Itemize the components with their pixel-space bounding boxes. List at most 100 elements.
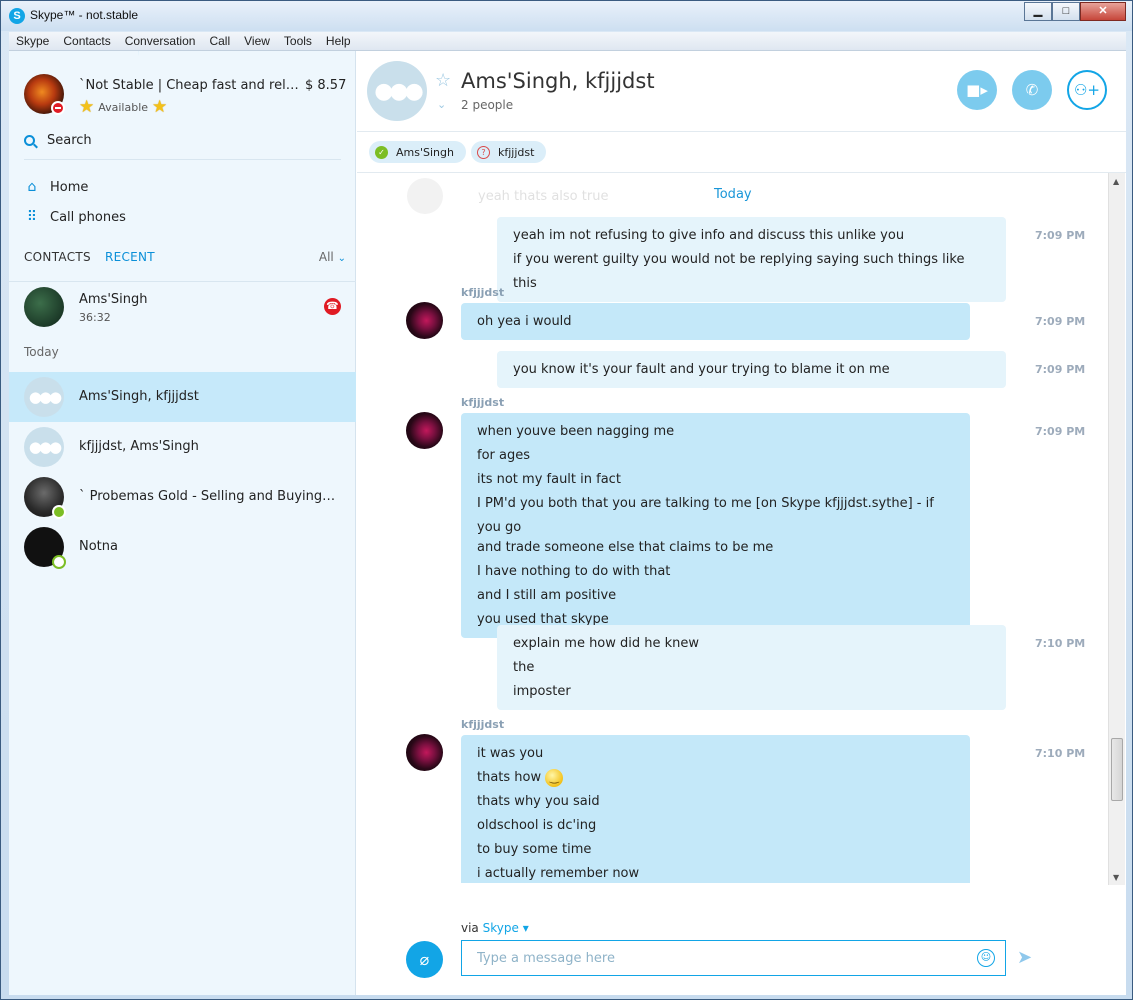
- emoji-icon[interactable]: ☺: [977, 949, 995, 967]
- sender-name: kfjjjdst: [461, 718, 505, 731]
- filter-dropdown[interactable]: All ⌄: [319, 250, 346, 264]
- group-avatar: ●●●: [24, 377, 64, 417]
- participant-count[interactable]: 2 people: [461, 98, 513, 112]
- menu-skype[interactable]: Skype: [9, 34, 56, 48]
- outgoing-message[interactable]: yeah im not refusing to give info and di…: [497, 217, 1006, 302]
- star-icon: ★: [152, 97, 168, 117]
- menu-help[interactable]: Help: [319, 34, 358, 48]
- message-line: oldschool is dc'ing: [477, 818, 597, 833]
- scroll-up-arrow-icon[interactable]: ▲: [1113, 177, 1119, 186]
- scroll-thumb[interactable]: [1111, 738, 1123, 801]
- chevron-down-icon[interactable]: ⌄: [437, 98, 446, 111]
- message-text: yeah thats also true: [478, 188, 609, 204]
- profile-name[interactable]: `Not Stable | Cheap fast and reliable: [79, 78, 299, 93]
- minimize-button[interactable]: ▁: [1024, 2, 1052, 21]
- send-icon[interactable]: ➤: [1017, 947, 1032, 968]
- nav-call-phones[interactable]: ⠿ Call phones: [24, 209, 126, 225]
- main-content: `Not Stable | Cheap fast and reliable $ …: [9, 51, 1126, 995]
- skype-credit[interactable]: $ 8.57: [305, 78, 346, 93]
- message-line: you know it's your fault and your trying…: [513, 362, 890, 377]
- group-avatar[interactable]: ●●●: [367, 61, 427, 121]
- incoming-message[interactable]: it was you thats how ‿ thats why you sai…: [461, 735, 970, 883]
- message-time: 7:09 PM: [1035, 315, 1086, 328]
- message-line: oh yea i would: [477, 314, 572, 329]
- message-time: 7:09 PM: [1035, 229, 1086, 242]
- message-list[interactable]: yeah thats also true Today yeah im not r…: [357, 173, 1117, 883]
- end-call-icon[interactable]: ☎: [324, 298, 341, 315]
- menu-conversation[interactable]: Conversation: [118, 34, 203, 48]
- message-line: imposter: [513, 684, 571, 699]
- message-line: the: [513, 660, 535, 675]
- skype-window: S Skype™ - not.stable ▁ □ ✕ Skype Contac…: [0, 0, 1133, 1000]
- tab-contacts[interactable]: CONTACTS: [24, 250, 91, 264]
- group-icon: ●●●: [28, 438, 62, 456]
- home-label: Home: [50, 179, 89, 195]
- conversation-title[interactable]: Ams'Singh, kfjjjdst: [461, 69, 655, 93]
- sender-name: kfjjjdst: [461, 396, 505, 409]
- list-item[interactable]: Notna: [9, 522, 356, 572]
- avatar[interactable]: [406, 412, 443, 449]
- maximize-button[interactable]: □: [1052, 2, 1080, 21]
- list-item[interactable]: ` Probemas Gold - Selling and Buying ALL…: [9, 472, 356, 522]
- section-today: Today: [24, 345, 59, 359]
- message-line: for ages: [477, 448, 530, 463]
- active-call-item[interactable]: Ams'Singh 36:32 ☎: [9, 282, 356, 332]
- call-phones-label: Call phones: [50, 209, 126, 225]
- group-avatar: ●●●: [24, 427, 64, 467]
- message-scrollbar[interactable]: ▲ ▼: [1108, 173, 1125, 885]
- avatar[interactable]: [406, 302, 443, 339]
- video-call-icon: ■▸: [966, 81, 988, 99]
- list-item[interactable]: ●●● Ams'Singh, kfjjjdst: [9, 372, 356, 422]
- incoming-message[interactable]: oh yea i would: [461, 303, 970, 340]
- window-controls: ▁ □ ✕: [1024, 2, 1126, 21]
- incoming-message[interactable]: when youve been nagging me for ages its …: [461, 413, 970, 638]
- offline-status-icon: [52, 555, 66, 569]
- online-check-icon: ✓: [375, 145, 388, 159]
- attach-button[interactable]: ⌀: [406, 941, 443, 978]
- mood-status[interactable]: ★ Available ★: [79, 99, 167, 116]
- participant-pill[interactable]: ✓ Ams'Singh: [369, 141, 466, 163]
- message-line: when youve been nagging me: [477, 424, 675, 439]
- add-people-button[interactable]: ⚇+: [1067, 70, 1107, 110]
- participant-pill[interactable]: ? kfjjjdst: [471, 141, 547, 163]
- skype-logo-icon: S: [9, 8, 25, 24]
- profile-panel[interactable]: `Not Stable | Cheap fast and reliable $ …: [9, 51, 356, 126]
- search-button[interactable]: Search: [24, 133, 92, 148]
- conversation-name: kfjjjdst, Ams'Singh: [79, 439, 199, 454]
- menu-call[interactable]: Call: [202, 34, 237, 48]
- menu-view[interactable]: View: [237, 34, 277, 48]
- menu-tools[interactable]: Tools: [277, 34, 319, 48]
- call-button[interactable]: ✆: [1012, 70, 1052, 110]
- search-label: Search: [47, 133, 92, 148]
- via-selector[interactable]: via Skype ▾: [461, 921, 529, 935]
- message-time: 7:09 PM: [1035, 363, 1086, 376]
- message-time: 7:10 PM: [1035, 637, 1086, 650]
- tab-recent[interactable]: RECENT: [105, 250, 155, 264]
- menu-contacts[interactable]: Contacts: [56, 34, 117, 48]
- message-line: i actually remember now: [477, 866, 640, 881]
- contact-name: Ams'Singh: [79, 292, 148, 307]
- close-button[interactable]: ✕: [1080, 2, 1126, 21]
- home-icon: ⌂: [27, 179, 37, 195]
- avatar[interactable]: [406, 734, 443, 771]
- window-title: Skype™ - not.stable: [30, 8, 139, 22]
- participant-name: kfjjjdst: [498, 145, 535, 159]
- group-icon: ●●●: [28, 388, 62, 406]
- video-call-button[interactable]: ■▸: [957, 70, 997, 110]
- search-icon: [24, 135, 35, 146]
- nav-home[interactable]: ⌂ Home: [24, 179, 89, 195]
- message-line: yeah im not refusing to give info and di…: [513, 228, 905, 243]
- favorite-star-icon[interactable]: ☆: [435, 70, 451, 91]
- message-composer: via Skype ▾ ⌀ ☺ ➤: [357, 883, 1126, 995]
- message-time: 7:10 PM: [1035, 747, 1086, 760]
- scroll-down-arrow-icon[interactable]: ▼: [1113, 873, 1119, 882]
- message-line: and I still am positive: [477, 588, 617, 603]
- outgoing-message[interactable]: explain me how did he knew the imposter: [497, 625, 1006, 710]
- paperclip-icon: ⌀: [419, 950, 430, 969]
- message-line: I PM'd you both that you are talking to …: [477, 496, 934, 535]
- call-icon: ✆: [1025, 81, 1039, 99]
- message-line: and trade someone else that claims to be…: [477, 540, 774, 555]
- outgoing-message[interactable]: you know it's your fault and your trying…: [497, 351, 1006, 388]
- list-item[interactable]: ●●● kfjjjdst, Ams'Singh: [9, 422, 356, 472]
- message-input[interactable]: [461, 940, 1006, 976]
